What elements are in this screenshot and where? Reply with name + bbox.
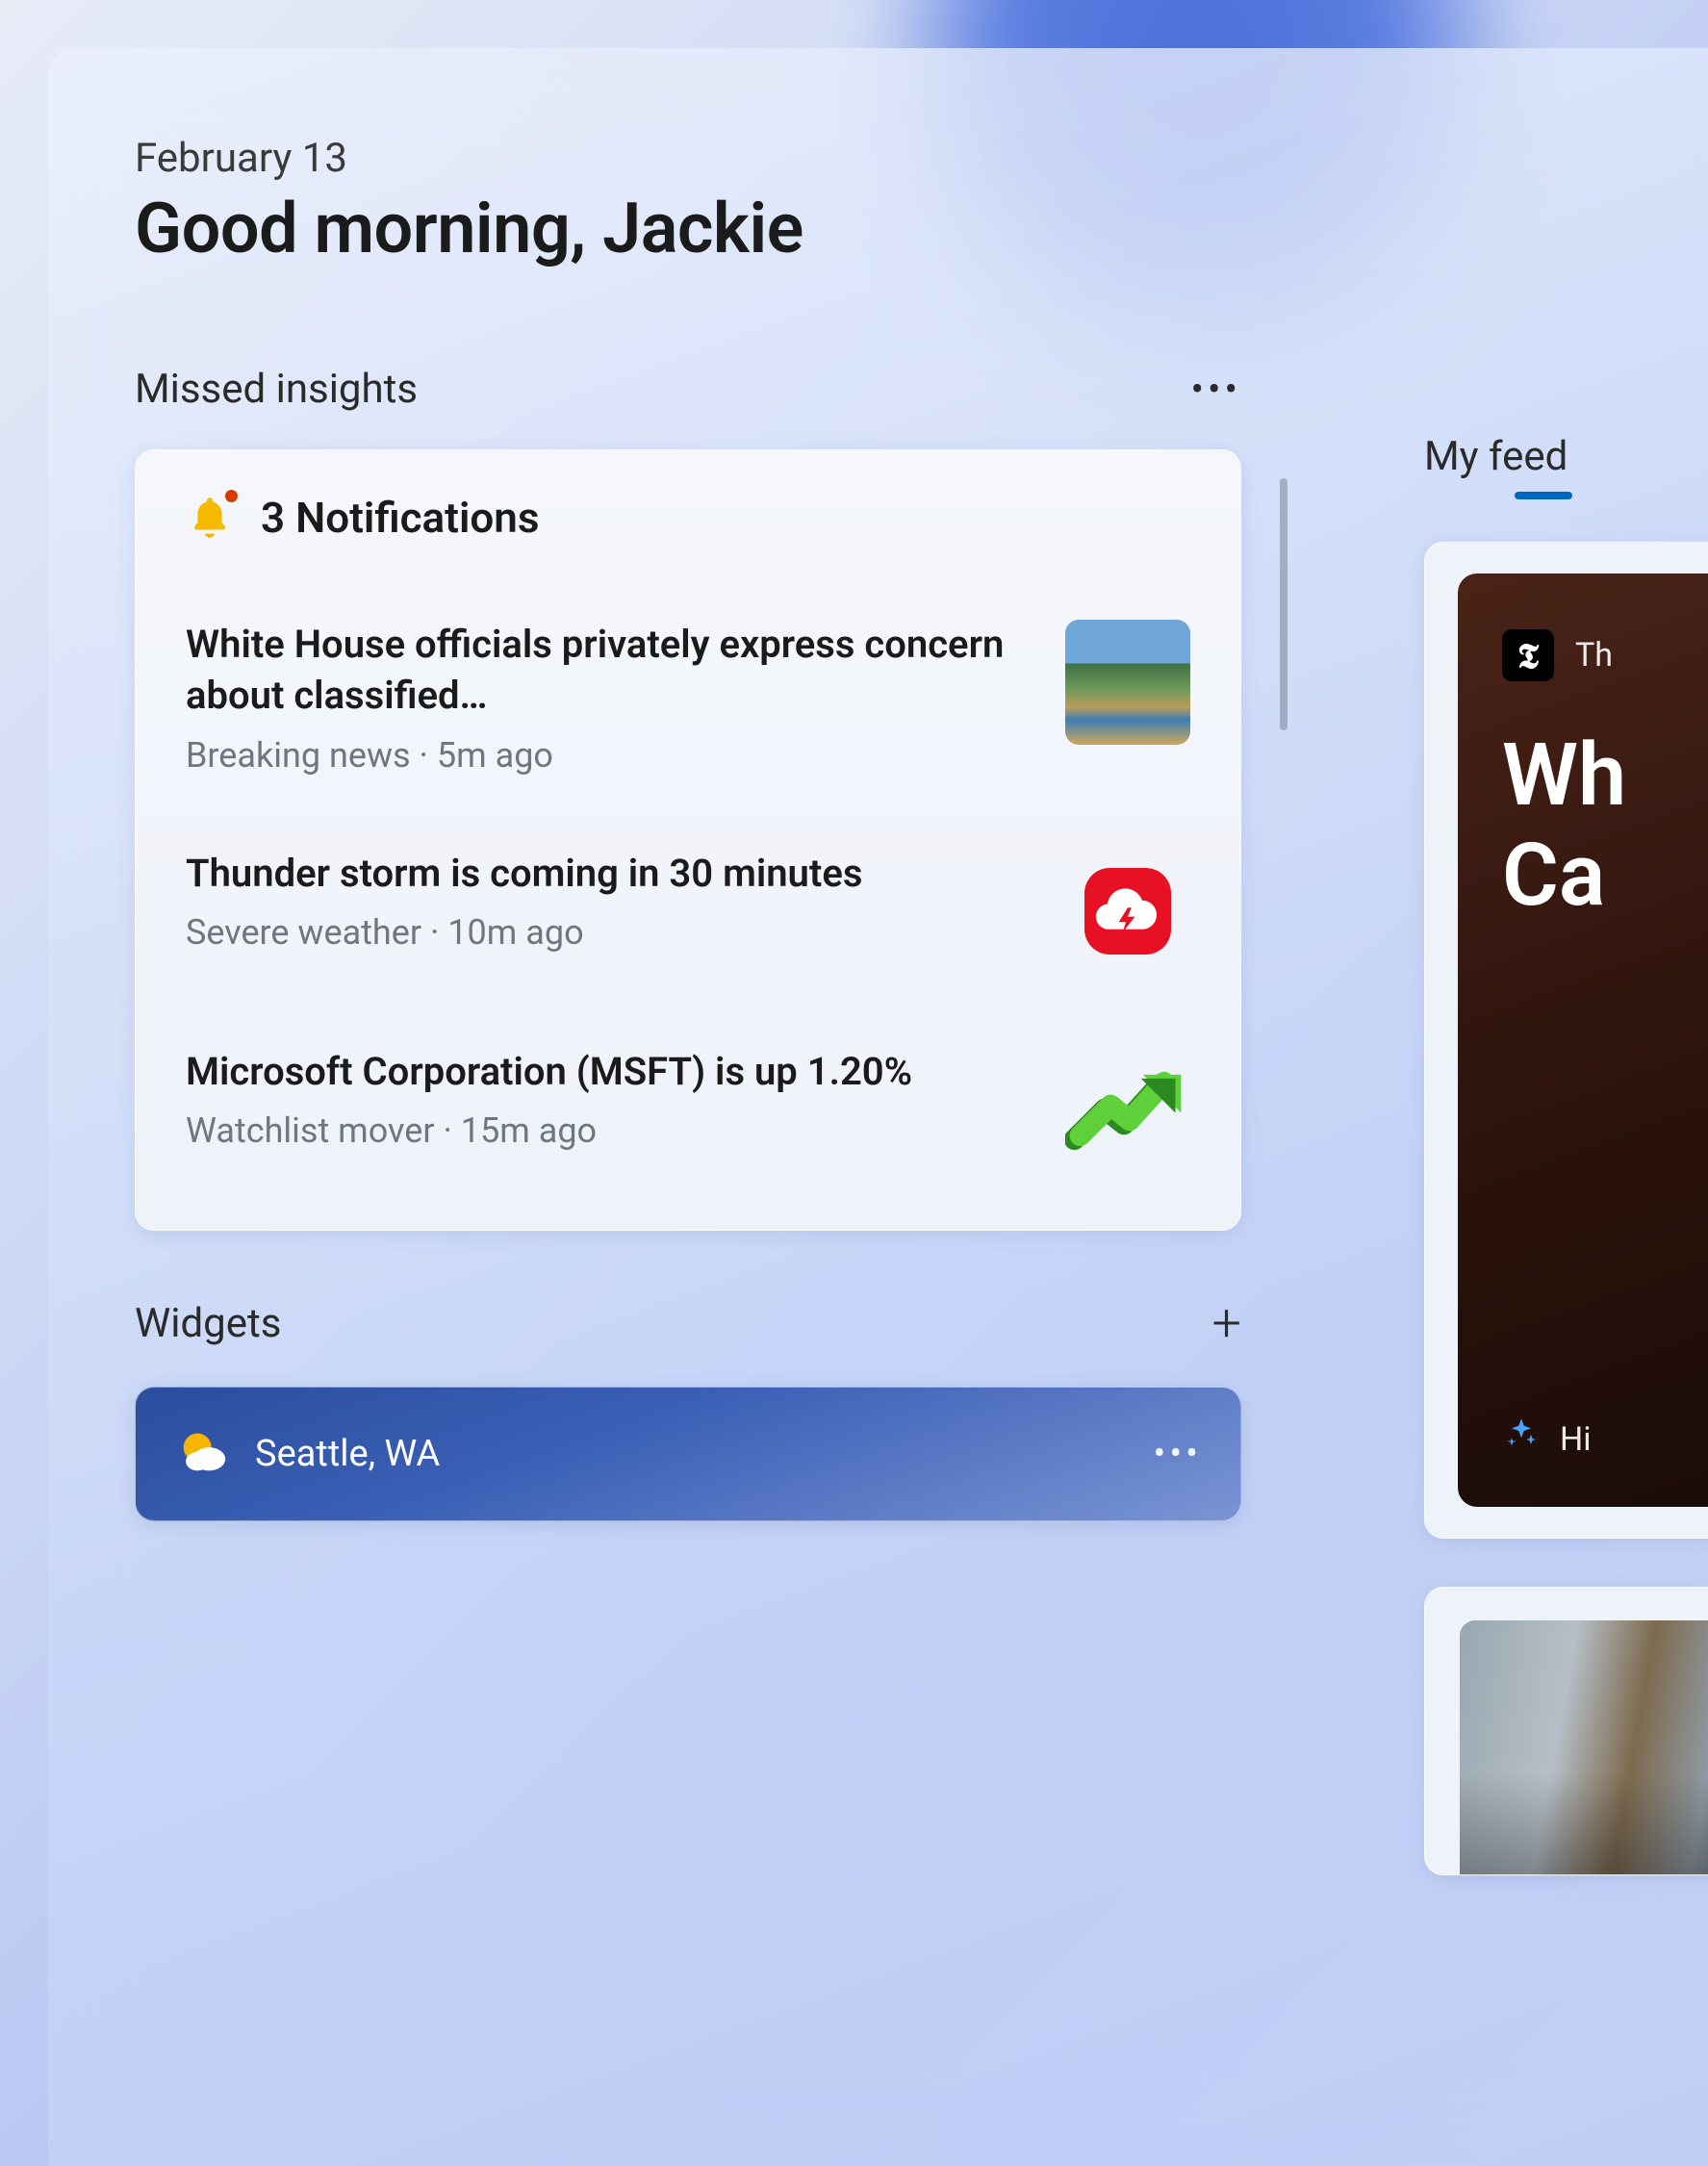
widgets-header: Widgets + [135,1298,1309,1350]
widgets-title: Widgets [135,1300,281,1347]
stock-up-icon [1065,1047,1190,1172]
storm-icon [1065,849,1190,974]
feed-source-row: 𝕿 Th [1502,629,1708,681]
feed-secondary-photo [1460,1620,1708,1874]
notification-time: 5m ago [437,735,553,776]
missed-insights-title: Missed insights [135,366,418,413]
notification-headline: Thunder storm is coming in 30 minutes [186,849,1027,900]
notification-headline: White House officials privately express … [186,620,1027,722]
feed-hero-headline: Wh Ca [1502,726,1708,925]
feed-hero-card[interactable]: 𝕿 Th Wh Ca Hi [1424,542,1708,1539]
notification-meta: Watchlist mover · 15m ago [186,1110,1027,1151]
notification-category: Severe weather [186,912,421,953]
notification-text: Thunder storm is coming in 30 minutes Se… [186,849,1027,954]
notification-meta: Severe weather · 10m ago [186,912,1027,953]
my-feed-tab-indicator [1515,492,1572,499]
feed-source-label: Th [1575,636,1613,675]
widgets-panel: February 13 Good morning, Jackie Missed … [48,48,1708,2166]
notification-meta: Breaking news · 5m ago [186,735,1027,776]
feed-hero-footer-text: Hi [1560,1420,1592,1459]
notifications-header: 3 Notifications [186,493,1190,543]
notification-item[interactable]: White House officials privately express … [186,597,1190,818]
notification-item[interactable]: Thunder storm is coming in 30 minutes Se… [186,818,1190,1016]
notification-time: 15m ago [461,1110,597,1151]
notification-dot-icon [225,490,238,502]
scrollbar[interactable] [1280,478,1287,730]
left-column: February 13 Good morning, Jackie Missed … [135,135,1309,2166]
missed-insights-more-button[interactable]: ••• [1191,370,1242,409]
notification-time: 10m ago [447,912,583,953]
notification-category: Watchlist mover [186,1110,435,1151]
notification-headline: Microsoft Corporation (MSFT) is up 1.20% [186,1047,1027,1098]
feed-hero-image: 𝕿 Th Wh Ca Hi [1458,573,1708,1507]
weather-widget-more-button[interactable]: ••• [1154,1433,1202,1475]
notification-category: Breaking news [186,735,411,776]
greeting-label: Good morning, Jackie [135,188,1309,269]
weather-widget[interactable]: Seattle, WA ••• [135,1387,1241,1521]
date-label: February 13 [135,135,1309,182]
feed-secondary-card[interactable] [1424,1587,1708,1875]
weather-location: Seattle, WA [255,1433,440,1475]
add-widget-button[interactable]: + [1211,1298,1241,1350]
sparkle-icon [1502,1415,1541,1463]
feed-hero-headline-line2: Ca [1502,825,1605,926]
weather-widget-left: Seattle, WA [174,1424,440,1484]
my-feed-tab[interactable]: My feed [1424,433,1708,480]
nyt-badge-icon: 𝕿 [1502,629,1554,681]
notifications-card-wrap: 3 Notifications White House officials pr… [135,449,1309,1231]
feed-hero-headline-line1: Wh [1502,725,1626,826]
notification-text: White House officials privately express … [186,620,1027,776]
weather-sun-cloud-icon [174,1424,230,1484]
notifications-count-title: 3 Notifications [261,493,539,543]
missed-insights-header: Missed insights ••• [135,366,1309,413]
right-column: My feed 𝕿 Th Wh Ca Hi [1424,135,1708,2166]
notification-item[interactable]: Microsoft Corporation (MSFT) is up 1.20%… [186,1016,1190,1180]
notifications-card: 3 Notifications White House officials pr… [135,449,1241,1231]
feed-hero-footer: Hi [1502,1415,1592,1463]
notification-text: Microsoft Corporation (MSFT) is up 1.20%… [186,1047,1027,1152]
notification-thumbnail-photo [1065,620,1190,745]
bell-icon [186,494,234,542]
